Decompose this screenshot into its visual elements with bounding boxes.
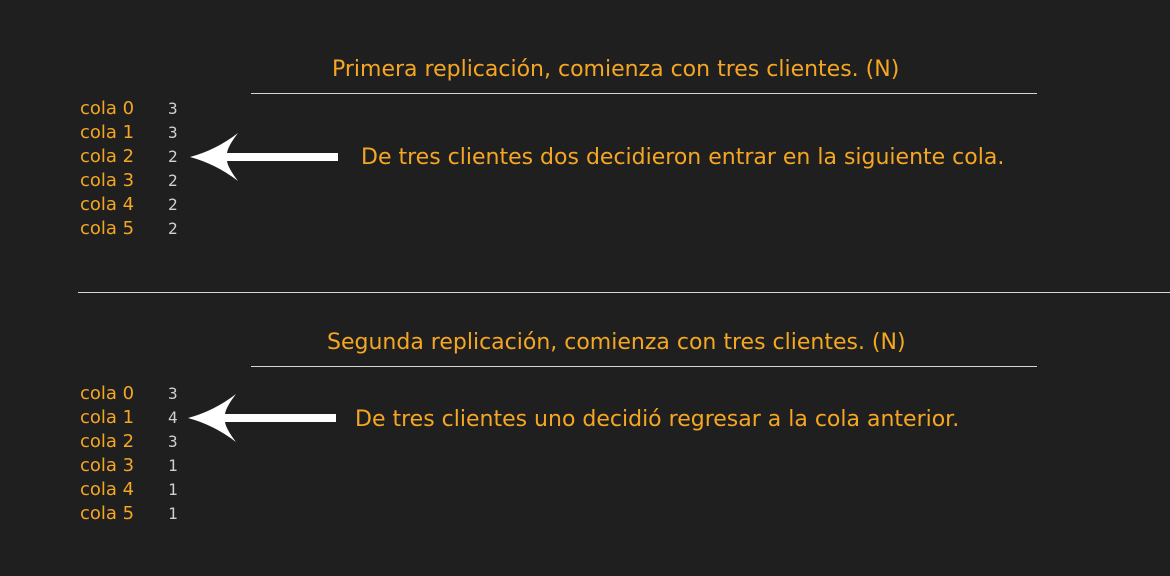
queue-value: 3 bbox=[168, 123, 178, 142]
first-queue-list: cola 0 3 cola 1 3 cola 2 2 cola 3 2 cola… bbox=[80, 97, 178, 241]
queue-value: 1 bbox=[168, 504, 178, 523]
queue-row: cola 2 2 bbox=[80, 145, 178, 169]
queue-row: cola 1 3 bbox=[80, 121, 178, 145]
queue-label: cola 4 bbox=[80, 194, 135, 215]
second-note: De tres clientes uno decidió regresar a … bbox=[355, 407, 960, 432]
left-arrow-icon bbox=[190, 133, 338, 181]
queue-label: cola 5 bbox=[80, 218, 135, 239]
first-note: De tres clientes dos decidieron entrar e… bbox=[361, 145, 1005, 170]
queue-label: cola 5 bbox=[80, 503, 135, 524]
queue-label: cola 3 bbox=[80, 455, 135, 476]
left-arrow-icon bbox=[188, 394, 336, 442]
queue-row: cola 0 3 bbox=[80, 382, 178, 406]
queue-value: 3 bbox=[168, 432, 178, 451]
queue-row: cola 5 2 bbox=[80, 217, 178, 241]
queue-value: 2 bbox=[168, 219, 178, 238]
queue-row: cola 4 2 bbox=[80, 193, 178, 217]
queue-value: 1 bbox=[168, 480, 178, 499]
queue-label: cola 2 bbox=[80, 146, 135, 167]
queue-label: cola 1 bbox=[80, 122, 135, 143]
queue-row: cola 3 1 bbox=[80, 454, 178, 478]
first-replication-title: Primera replicación, comienza con tres c… bbox=[332, 57, 900, 82]
first-title-underline bbox=[251, 93, 1037, 94]
second-queue-list: cola 0 3 cola 1 4 cola 2 3 cola 3 1 cola… bbox=[80, 382, 178, 526]
queue-value: 2 bbox=[168, 147, 178, 166]
second-replication-title: Segunda replicación, comienza con tres c… bbox=[327, 330, 906, 355]
queue-row: cola 1 4 bbox=[80, 406, 178, 430]
queue-value: 3 bbox=[168, 99, 178, 118]
queue-label: cola 0 bbox=[80, 98, 135, 119]
queue-value: 1 bbox=[168, 456, 178, 475]
queue-label: cola 1 bbox=[80, 407, 135, 428]
queue-value: 2 bbox=[168, 171, 178, 190]
queue-row: cola 3 2 bbox=[80, 169, 178, 193]
second-title-underline bbox=[251, 366, 1037, 367]
queue-value: 2 bbox=[168, 195, 178, 214]
section-divider bbox=[78, 292, 1170, 293]
queue-row: cola 4 1 bbox=[80, 478, 178, 502]
queue-row: cola 5 1 bbox=[80, 502, 178, 526]
queue-row: cola 0 3 bbox=[80, 97, 178, 121]
queue-label: cola 0 bbox=[80, 383, 135, 404]
queue-value: 3 bbox=[168, 384, 178, 403]
queue-label: cola 2 bbox=[80, 431, 135, 452]
queue-label: cola 4 bbox=[80, 479, 135, 500]
queue-value: 4 bbox=[168, 408, 178, 427]
queue-row: cola 2 3 bbox=[80, 430, 178, 454]
queue-label: cola 3 bbox=[80, 170, 135, 191]
